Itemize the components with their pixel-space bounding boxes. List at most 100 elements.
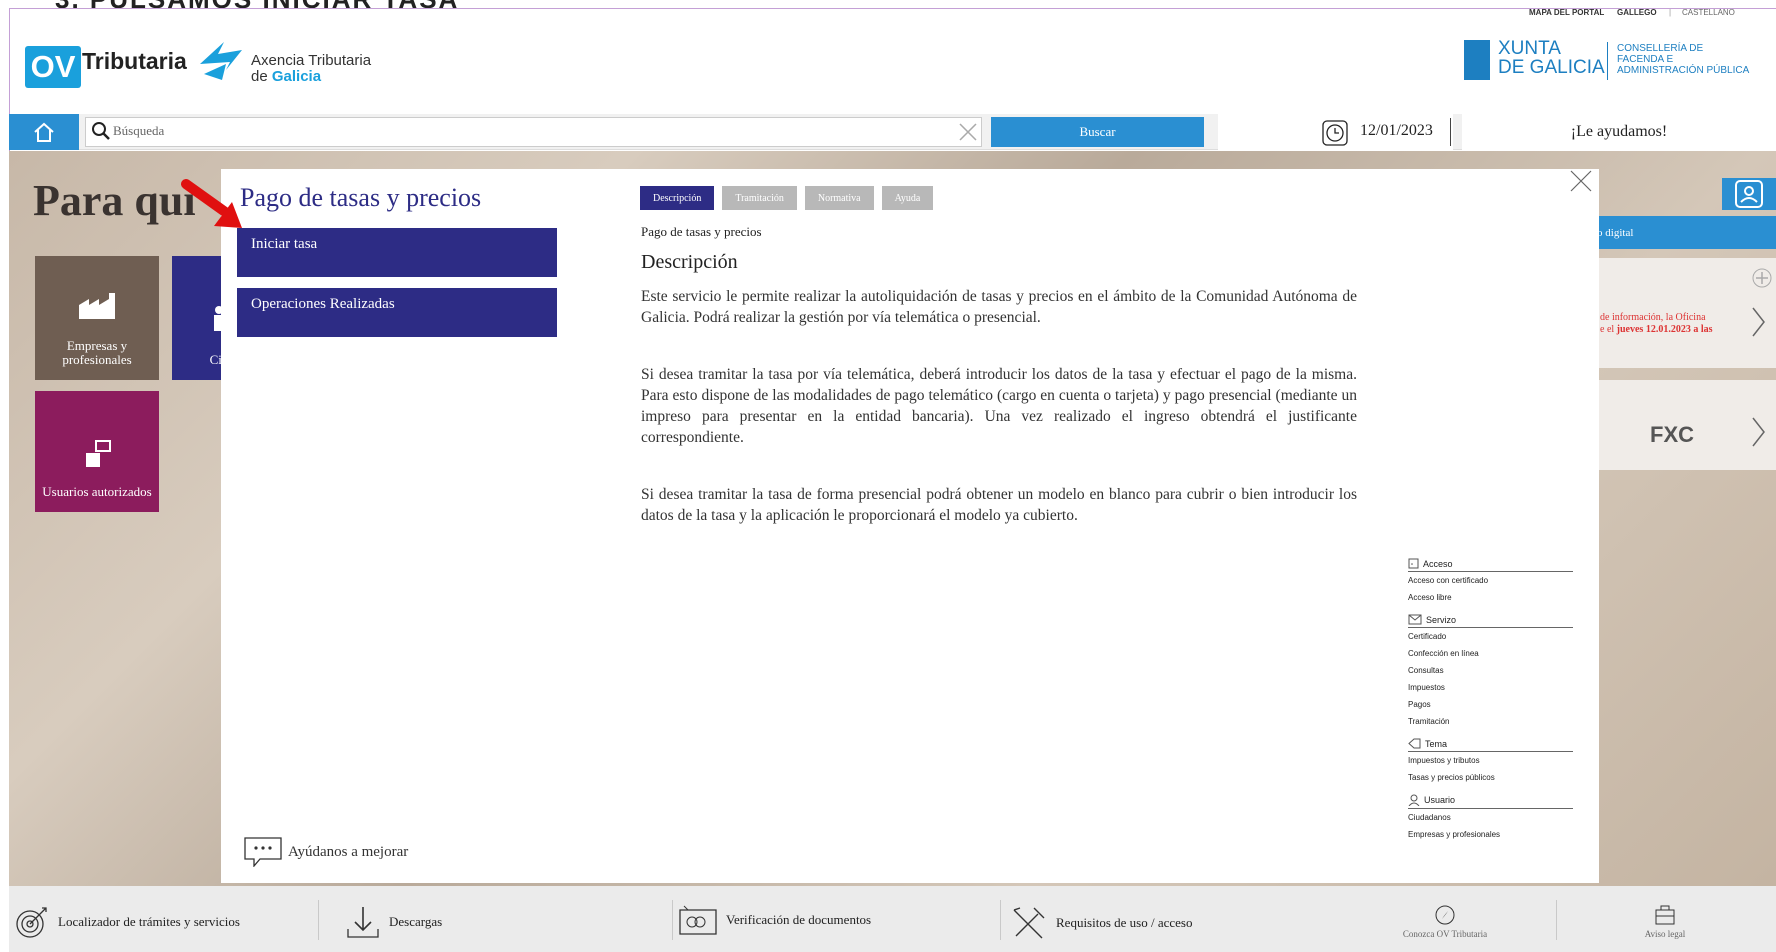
side-item[interactable]: Consultas	[1408, 662, 1573, 679]
footer-divider	[672, 900, 673, 940]
footer-divider	[1556, 900, 1557, 940]
castellano-link[interactable]: CASTELLANO	[1682, 8, 1735, 17]
footer-verificacion-label: Verificación de documentos	[726, 912, 872, 927]
target-icon	[16, 907, 47, 938]
le-ayudamos-link[interactable]: ¡Le ayudamos!	[1462, 114, 1776, 150]
side-item[interactable]: Pagos	[1408, 696, 1573, 713]
tag-icon	[1408, 738, 1421, 749]
description-paragraph-3: Si desea tramitar la tasa de forma prese…	[641, 486, 1357, 524]
logo-axencia-line1: Axencia Tributaria	[251, 52, 372, 69]
logo-axencia-galicia: Galicia	[271, 68, 322, 85]
user-area-button[interactable]	[1722, 178, 1776, 210]
tab-descripcion[interactable]: Descripción	[640, 186, 715, 210]
footer-divider	[1000, 900, 1001, 940]
red-arrow-icon	[181, 179, 242, 228]
xunta-line1: XUNTA	[1498, 38, 1561, 59]
door-icon	[1408, 558, 1419, 569]
gallego-link[interactable]: GALLEGO	[1617, 8, 1657, 17]
tile-empresas[interactable]: Empresas y profesionales	[35, 256, 159, 380]
footer-verificacion[interactable]: Verificación de documentos	[678, 904, 871, 936]
search-placeholder: Búsqueda	[113, 123, 165, 138]
description-tabs: Descripción Tramitación Normativa Ayuda	[640, 186, 934, 210]
lang-separator: |	[1669, 8, 1672, 17]
footer-descargas-label: Descargas	[389, 914, 443, 929]
side-tema-label: Tema	[1425, 738, 1448, 749]
footer-localizador-label: Localizador de trámites y servicios	[58, 914, 240, 929]
mapa-portal-link[interactable]: MAPA DEL PORTAL	[1529, 8, 1604, 17]
compass-icon	[1435, 905, 1455, 925]
user-card-icon	[1735, 180, 1763, 208]
briefcase-icon	[1655, 905, 1675, 925]
footer-localizador[interactable]: Localizador de trámites y servicios	[14, 904, 240, 940]
ayudanos-link[interactable]: Ayúdanos a mejorar	[244, 837, 408, 867]
news-line1: de información, la Oficina	[1600, 312, 1706, 323]
footer-conozca[interactable]: Conozca OV Tributaria	[1385, 904, 1505, 939]
tab-tramitacion[interactable]: Tramitación	[722, 186, 797, 210]
factory-icon	[79, 293, 115, 319]
footer-requisitos[interactable]: Requisitos de uso / acceso	[1010, 904, 1192, 942]
description-paragraph-1: Este servicio le permite realizar la aut…	[641, 288, 1357, 326]
tab-ayuda[interactable]: Ayuda	[881, 186, 934, 210]
user-icon	[1408, 794, 1420, 806]
news-line2-b: jueves 12.01.2023 a las	[1616, 324, 1713, 335]
envelope-icon	[1408, 614, 1422, 625]
search-input[interactable]	[85, 117, 982, 147]
conselleria-line3: ADMINISTRACIÓN PÚBLICA	[1617, 65, 1750, 76]
logo-tributaria-text: Tributaria	[82, 48, 187, 74]
axencia-bird-icon	[200, 42, 242, 80]
description-paragraph-2: Si desea tramitar la tasa por vía telemá…	[641, 366, 1357, 446]
side-item[interactable]: Empresas y profesionales	[1408, 826, 1573, 843]
fxc-logo: FXC	[1650, 422, 1694, 447]
tab-normativa[interactable]: Normativa	[804, 186, 874, 210]
footer-conozca-label: Conozca OV Tributaria	[1402, 929, 1488, 939]
clock-icon	[1322, 120, 1348, 146]
conselleria-logo: CONSELLERÍA DE FACENDA E ADMINISTRACIÓN …	[1617, 43, 1749, 76]
conselleria-line1: CONSELLERÍA DE	[1617, 43, 1704, 54]
clear-search-icon[interactable]	[958, 122, 978, 142]
iniciar-tasa-button[interactable]: Iniciar tasa	[237, 228, 557, 277]
footer-aviso-label: Aviso legal	[1644, 929, 1686, 939]
ayudanos-label: Ayúdanos a mejorar	[288, 843, 409, 860]
side-panel: Acceso Acceso con certificado Acceso lib…	[1408, 550, 1573, 843]
side-item[interactable]: Acceso libre	[1408, 589, 1573, 606]
side-usuario-label: Usuario	[1424, 795, 1456, 805]
side-item[interactable]: Tramitación	[1408, 713, 1573, 730]
chevron-right-icon[interactable]	[1750, 416, 1766, 448]
logo-axencia: Axencia Tributaria de Galicia	[251, 53, 371, 85]
footer-requisitos-label: Requisitos de uso / acceso	[1056, 915, 1193, 930]
side-item[interactable]: Impuestos	[1408, 679, 1573, 696]
tools-icon	[1013, 907, 1045, 939]
side-item[interactable]: Ciudadanos	[1408, 809, 1573, 826]
hand-card-icon	[86, 440, 111, 467]
logo-axencia-line2: de Galicia	[251, 69, 371, 85]
side-item[interactable]: Acceso con certificado	[1408, 572, 1573, 589]
breadcrumb: Pago de tasas y precios	[641, 224, 762, 239]
description-heading: Descripción	[641, 251, 738, 273]
operaciones-realizadas-button[interactable]: Operaciones Realizadas	[237, 288, 557, 337]
buscar-button[interactable]: Buscar	[991, 117, 1204, 147]
tile-usuarios-label: Usuarios autorizados	[42, 484, 152, 499]
side-item[interactable]: Confección en línea	[1408, 645, 1573, 662]
xunta-logo[interactable]: XUNTA DE GALICIA	[1498, 39, 1605, 77]
close-icon[interactable]	[1570, 170, 1592, 192]
xunta-line2: DE GALICIA	[1498, 57, 1605, 78]
chat-bubble-icon	[244, 837, 282, 867]
news-line2-a: e el	[1600, 324, 1617, 335]
background-title: Para qui	[33, 176, 196, 225]
tile-empresas-label: Empresas y profesionales	[62, 338, 132, 367]
side-item[interactable]: Tasas y precios públicos	[1408, 769, 1573, 786]
side-servizo-label: Servizo	[1426, 614, 1457, 625]
side-item[interactable]: Impuestos y tributos	[1408, 752, 1573, 769]
ov-logo[interactable]: OV	[25, 46, 81, 88]
plus-icon[interactable]	[1752, 268, 1772, 288]
side-section-tema: Tema	[1408, 734, 1573, 752]
home-button[interactable]	[9, 114, 79, 150]
footer-aviso[interactable]: Aviso legal	[1610, 904, 1720, 939]
modal-title: Pago de tasas y precios	[240, 183, 482, 212]
tile-usuarios[interactable]: Usuarios autorizados	[35, 391, 159, 512]
footer-descargas[interactable]: Descargas	[345, 904, 442, 940]
side-item[interactable]: Certificado	[1408, 628, 1573, 645]
chevron-right-icon[interactable]	[1750, 306, 1766, 338]
home-icon	[34, 122, 54, 142]
conselleria-line2: FACENDA E	[1617, 54, 1674, 65]
